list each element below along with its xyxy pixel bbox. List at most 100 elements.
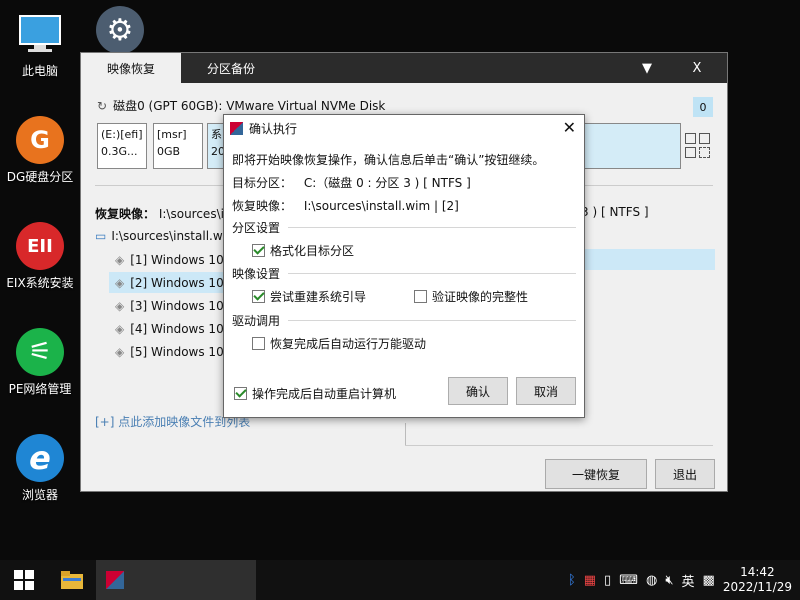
window-close-button[interactable]: X [667,53,727,83]
monitor-icon [16,10,64,58]
cancel-button[interactable]: 取消 [516,377,576,405]
confirm-dialog: 确认执行 ✕ 即将开始映像恢复操作，确认信息后单击“确认”按钮继续。 目标分区：… [223,114,585,418]
app-icon [106,571,124,589]
dialog-intro: 即将开始映像恢复操作，确认信息后单击“确认”按钮继续。 [232,153,545,167]
checkbox-checked-icon [252,290,265,303]
taskbar-restore-app[interactable] [96,560,256,600]
clock-date: 2022/11/29 [722,580,792,594]
eix-install-icon: EII [16,222,64,270]
restore-image-row: 恢复映像： I:\sources\install.wim | [2] [232,197,459,214]
volume-muted-icon[interactable]: 🔇︎ [665,573,673,588]
checkbox-unchecked-icon [414,290,427,303]
dialog-title: 确认执行 [249,121,298,136]
layers-icon: ◈ [115,275,125,290]
layout-grid-icon[interactable] [685,133,711,159]
checkbox-checked-icon [252,244,265,257]
dialog-titlebar: 确认执行 ✕ [224,115,584,141]
desktop-icon-label: 此电脑 [21,64,58,78]
rebuild-boot-checkbox[interactable]: 尝试重建系统引导 [252,288,366,305]
start-button[interactable] [0,560,48,600]
layers-icon: ◈ [115,298,125,313]
desktop-icon-settings[interactable]: ⚙ [80,6,160,58]
section-driver: 驱动调用 [232,314,281,328]
auto-reboot-checkbox[interactable]: 操作完成后自动重启计算机 [234,385,396,402]
checkbox-unchecked-icon [252,337,265,350]
divider [288,227,576,228]
computer-icon: ▭ [95,229,107,243]
divider [405,423,406,445]
desktop-icon-label: 浏览器 [21,488,58,502]
file-explorer-button[interactable] [48,560,96,600]
dg-partition-icon: G [16,116,64,164]
image-label: 恢复映像： [232,199,293,213]
checkbox-label: 尝试重建系统引导 [270,290,367,304]
network-icon: ⚟ [16,328,64,376]
divider [288,320,576,321]
app-icon [230,121,243,135]
desktop-icon-pe-network[interactable]: ⚟ PE网络管理 [0,328,80,397]
divider [405,445,713,446]
usb-icon[interactable]: ▯ [604,573,611,588]
layers-icon: ◈ [115,344,125,359]
format-target-checkbox[interactable]: 格式化目标分区 [252,242,354,259]
checkbox-label: 恢复完成后自动运行万能驱动 [270,337,427,351]
windows-logo-icon [14,570,34,590]
desktop-icon-label: PE网络管理 [8,382,72,396]
dialog-close-icon[interactable]: ✕ [563,118,576,137]
target-partition-row: 目标分区： C:（磁盘 0 : 分区 3 ) [ NTFS ] [232,174,471,191]
disk-label: 磁盘0 (GPT 60GB): VMware Virtual NVMe Disk [113,99,386,113]
partition-name: [msr] [157,128,187,141]
keyboard-icon[interactable]: ⌨ [619,573,638,588]
section-partition-settings: 分区设置 [232,221,281,235]
checkbox-label: 格式化目标分区 [270,244,355,258]
image-tree-root[interactable]: ▭ I:\sources\install.wi [95,229,226,243]
section-image-settings: 映像设置 [232,267,281,281]
clock[interactable]: 14:42 2022/11/29 [723,565,792,595]
verify-image-checkbox[interactable]: 验证映像的完整性 [414,288,528,305]
window-titlebar: 映像恢复 分区备份 ▼ X [81,53,727,83]
dropdown-icon[interactable]: ▼ [627,53,667,83]
tab-image-restore[interactable]: 映像恢复 [81,53,181,83]
disk-selector[interactable]: ↻ 磁盘0 (GPT 60GB): VMware Virtual NVMe Di… [97,97,385,114]
image-index-label: [5] Windows 10 [130,344,224,359]
browser-icon: e [16,434,64,482]
clock-time: 14:42 [740,565,775,579]
network-icon[interactable]: ◍ [646,573,657,588]
auto-driver-checkbox[interactable]: 恢复完成后自动运行万能驱动 [252,335,426,352]
partition-size: 0.3G... [101,145,138,158]
bluetooth-icon[interactable]: ᛒ [568,573,576,588]
tab-partition-backup[interactable]: 分区备份 [181,53,281,83]
desktop-icon-browser[interactable]: e 浏览器 [0,434,80,503]
desktop-icon-this-pc[interactable]: 此电脑 [0,10,80,79]
restore-image-label: 恢复映像： [95,207,156,221]
desktop-icon-label: EIX系统安装 [6,276,74,290]
image-index-label: [4] Windows 10 [130,321,224,336]
partition-msr[interactable]: [msr] 0GB [153,123,203,169]
confirm-button[interactable]: 确认 [448,377,508,405]
selected-target-row[interactable] [581,249,715,270]
one-key-restore-button[interactable]: 一键恢复 [545,459,647,489]
taskbar: ᛒ ▦ ▯ ⌨ ◍ 🔇︎ 英 ▩ 14:42 2022/11/29 [0,560,800,600]
desktop-icon-label: DG硬盘分区 [6,170,74,184]
checkbox-label: 验证映像的完整性 [432,290,529,304]
layers-icon: ◈ [115,321,125,336]
system-tray: ᛒ ▦ ▯ ⌨ ◍ 🔇︎ 英 ▩ 14:42 2022/11/29 [568,560,800,600]
refresh-icon[interactable]: ↻ [97,99,107,113]
ime-indicator[interactable]: 英 [682,571,695,590]
target-value: C:（磁盘 0 : 分区 3 ) [ NTFS ] [303,176,471,190]
ime-grid-icon[interactable]: ▩ [703,573,715,588]
desktop-icon-dg[interactable]: G DG硬盘分区 [0,116,80,185]
image-index-label: [2] Windows 10 [130,275,224,290]
exit-button[interactable]: 退出 [655,459,715,489]
partition-name: (E:)[efi] [101,128,143,141]
folder-icon [61,571,83,589]
target-partition-tail: 3 ) [ NTFS ] [581,205,649,219]
checkbox-label: 操作完成后自动重启计算机 [252,387,397,401]
display-icon[interactable]: ▦ [584,573,596,588]
restore-image-row: 恢复映像： I:\sources\i [95,205,224,222]
partition-size: 0GB [157,145,181,158]
image-index-label: [3] Windows 10 [130,298,224,313]
partition-efi[interactable]: (E:)[efi] 0.3G... [97,123,147,169]
desktop-icon-eix[interactable]: EII EIX系统安装 [0,222,80,291]
restore-image-path: I:\sources\i [158,207,224,221]
